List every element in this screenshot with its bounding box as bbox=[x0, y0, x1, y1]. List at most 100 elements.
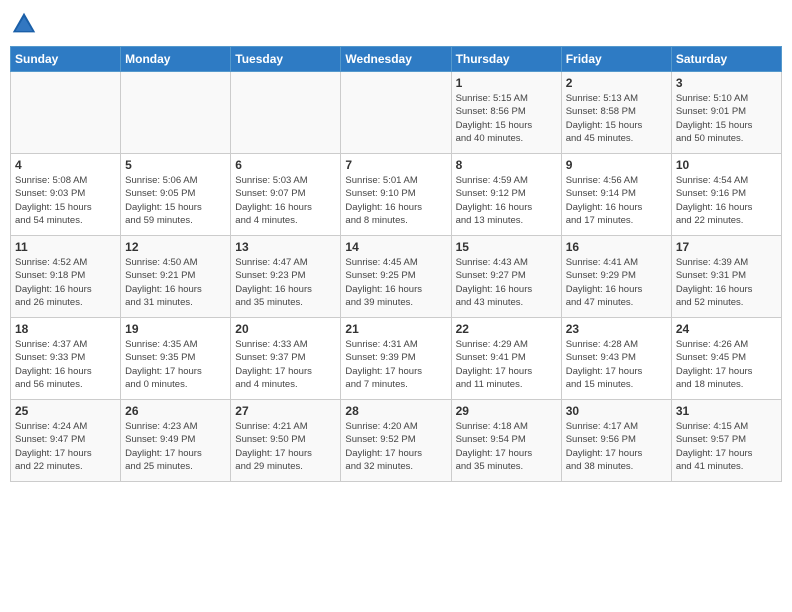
day-info: Sunrise: 4:26 AM Sunset: 9:45 PM Dayligh… bbox=[676, 338, 777, 391]
header-day-friday: Friday bbox=[561, 47, 671, 72]
calendar-cell: 10 Sunrise: 4:54 AM Sunset: 9:16 PM Dayli… bbox=[671, 154, 781, 236]
calendar-cell: 24 Sunrise: 4:26 AM Sunset: 9:45 PM Dayli… bbox=[671, 318, 781, 400]
day-number: 18 bbox=[15, 322, 116, 336]
day-info: Sunrise: 4:50 AM Sunset: 9:21 PM Dayligh… bbox=[125, 256, 226, 309]
calendar-cell: 21 Sunrise: 4:31 AM Sunset: 9:39 PM Dayli… bbox=[341, 318, 451, 400]
header-day-wednesday: Wednesday bbox=[341, 47, 451, 72]
day-number: 4 bbox=[15, 158, 116, 172]
day-number: 23 bbox=[566, 322, 667, 336]
day-info: Sunrise: 4:43 AM Sunset: 9:27 PM Dayligh… bbox=[456, 256, 557, 309]
calendar-cell: 18Sunrise: 4:37 AM Sunset: 9:33 PM Dayli… bbox=[11, 318, 121, 400]
calendar-cell: 22 Sunrise: 4:29 AM Sunset: 9:41 PM Dayli… bbox=[451, 318, 561, 400]
day-info: Sunrise: 4:15 AM Sunset: 9:57 PM Dayligh… bbox=[676, 420, 777, 473]
day-info: Sunrise: 5:03 AM Sunset: 9:07 PM Dayligh… bbox=[235, 174, 336, 227]
calendar-cell bbox=[341, 72, 451, 154]
day-number: 17 bbox=[676, 240, 777, 254]
header-day-tuesday: Tuesday bbox=[231, 47, 341, 72]
day-info: Sunrise: 4:17 AM Sunset: 9:56 PM Dayligh… bbox=[566, 420, 667, 473]
day-number: 22 bbox=[456, 322, 557, 336]
day-info: Sunrise: 4:39 AM Sunset: 9:31 PM Dayligh… bbox=[676, 256, 777, 309]
day-number: 9 bbox=[566, 158, 667, 172]
day-number: 25 bbox=[15, 404, 116, 418]
header-row: SundayMondayTuesdayWednesdayThursdayFrid… bbox=[11, 47, 782, 72]
day-info: Sunrise: 4:31 AM Sunset: 9:39 PM Dayligh… bbox=[345, 338, 446, 391]
week-row-4: 18Sunrise: 4:37 AM Sunset: 9:33 PM Dayli… bbox=[11, 318, 782, 400]
day-info: Sunrise: 4:24 AM Sunset: 9:47 PM Dayligh… bbox=[15, 420, 116, 473]
calendar-cell: 9 Sunrise: 4:56 AM Sunset: 9:14 PM Daylig… bbox=[561, 154, 671, 236]
day-info: Sunrise: 4:21 AM Sunset: 9:50 PM Dayligh… bbox=[235, 420, 336, 473]
day-number: 30 bbox=[566, 404, 667, 418]
day-info: Sunrise: 4:23 AM Sunset: 9:49 PM Dayligh… bbox=[125, 420, 226, 473]
calendar-cell: 31 Sunrise: 4:15 AM Sunset: 9:57 PM Dayli… bbox=[671, 400, 781, 482]
day-number: 29 bbox=[456, 404, 557, 418]
day-number: 21 bbox=[345, 322, 446, 336]
calendar-cell: 26 Sunrise: 4:23 AM Sunset: 9:49 PM Dayli… bbox=[121, 400, 231, 482]
calendar-cell: 30 Sunrise: 4:17 AM Sunset: 9:56 PM Dayli… bbox=[561, 400, 671, 482]
day-number: 27 bbox=[235, 404, 336, 418]
calendar-cell: 16Sunrise: 4:41 AM Sunset: 9:29 PM Dayli… bbox=[561, 236, 671, 318]
calendar-cell: 6 Sunrise: 5:03 AM Sunset: 9:07 PM Daylig… bbox=[231, 154, 341, 236]
day-number: 10 bbox=[676, 158, 777, 172]
calendar-cell: 15Sunrise: 4:43 AM Sunset: 9:27 PM Dayli… bbox=[451, 236, 561, 318]
calendar-cell: 19 Sunrise: 4:35 AM Sunset: 9:35 PM Dayli… bbox=[121, 318, 231, 400]
day-info: Sunrise: 4:56 AM Sunset: 9:14 PM Dayligh… bbox=[566, 174, 667, 227]
calendar-cell bbox=[121, 72, 231, 154]
header-day-sunday: Sunday bbox=[11, 47, 121, 72]
day-number: 2 bbox=[566, 76, 667, 90]
calendar-cell: 7Sunrise: 5:01 AM Sunset: 9:10 PM Daylig… bbox=[341, 154, 451, 236]
day-number: 19 bbox=[125, 322, 226, 336]
calendar-table: SundayMondayTuesdayWednesdayThursdayFrid… bbox=[10, 46, 782, 482]
logo-icon bbox=[10, 10, 38, 38]
day-info: Sunrise: 4:29 AM Sunset: 9:41 PM Dayligh… bbox=[456, 338, 557, 391]
day-number: 31 bbox=[676, 404, 777, 418]
calendar-cell: 20 Sunrise: 4:33 AM Sunset: 9:37 PM Dayli… bbox=[231, 318, 341, 400]
day-number: 14 bbox=[345, 240, 446, 254]
day-info: Sunrise: 4:20 AM Sunset: 9:52 PM Dayligh… bbox=[345, 420, 446, 473]
calendar-cell: 13Sunrise: 4:47 AM Sunset: 9:23 PM Dayli… bbox=[231, 236, 341, 318]
header-day-saturday: Saturday bbox=[671, 47, 781, 72]
calendar-cell: 1Sunrise: 5:15 AM Sunset: 8:56 PM Daylig… bbox=[451, 72, 561, 154]
calendar-cell bbox=[231, 72, 341, 154]
week-row-3: 11 Sunrise: 4:52 AM Sunset: 9:18 PM Dayli… bbox=[11, 236, 782, 318]
day-number: 3 bbox=[676, 76, 777, 90]
day-info: Sunrise: 4:54 AM Sunset: 9:16 PM Dayligh… bbox=[676, 174, 777, 227]
day-number: 20 bbox=[235, 322, 336, 336]
day-info: Sunrise: 4:52 AM Sunset: 9:18 PM Dayligh… bbox=[15, 256, 116, 309]
day-info: Sunrise: 4:28 AM Sunset: 9:43 PM Dayligh… bbox=[566, 338, 667, 391]
day-number: 28 bbox=[345, 404, 446, 418]
day-number: 6 bbox=[235, 158, 336, 172]
week-row-5: 25 Sunrise: 4:24 AM Sunset: 9:47 PM Dayli… bbox=[11, 400, 782, 482]
day-number: 5 bbox=[125, 158, 226, 172]
day-info: Sunrise: 4:35 AM Sunset: 9:35 PM Dayligh… bbox=[125, 338, 226, 391]
day-number: 26 bbox=[125, 404, 226, 418]
day-info: Sunrise: 5:15 AM Sunset: 8:56 PM Dayligh… bbox=[456, 92, 557, 145]
day-info: Sunrise: 5:06 AM Sunset: 9:05 PM Dayligh… bbox=[125, 174, 226, 227]
day-info: Sunrise: 5:13 AM Sunset: 8:58 PM Dayligh… bbox=[566, 92, 667, 145]
day-number: 13 bbox=[235, 240, 336, 254]
calendar-cell: 11 Sunrise: 4:52 AM Sunset: 9:18 PM Dayli… bbox=[11, 236, 121, 318]
calendar-cell: 4 Sunrise: 5:08 AM Sunset: 9:03 PM Daylig… bbox=[11, 154, 121, 236]
day-info: Sunrise: 4:59 AM Sunset: 9:12 PM Dayligh… bbox=[456, 174, 557, 227]
day-number: 11 bbox=[15, 240, 116, 254]
calendar-cell: 27 Sunrise: 4:21 AM Sunset: 9:50 PM Dayli… bbox=[231, 400, 341, 482]
day-number: 16 bbox=[566, 240, 667, 254]
day-info: Sunrise: 5:01 AM Sunset: 9:10 PM Dayligh… bbox=[345, 174, 446, 227]
calendar-cell bbox=[11, 72, 121, 154]
calendar-cell: 5 Sunrise: 5:06 AM Sunset: 9:05 PM Daylig… bbox=[121, 154, 231, 236]
logo bbox=[10, 10, 42, 38]
day-info: Sunrise: 5:08 AM Sunset: 9:03 PM Dayligh… bbox=[15, 174, 116, 227]
calendar-header: SundayMondayTuesdayWednesdayThursdayFrid… bbox=[11, 47, 782, 72]
calendar-cell: 17 Sunrise: 4:39 AM Sunset: 9:31 PM Dayli… bbox=[671, 236, 781, 318]
calendar-cell: 29 Sunrise: 4:18 AM Sunset: 9:54 PM Dayli… bbox=[451, 400, 561, 482]
day-info: Sunrise: 4:33 AM Sunset: 9:37 PM Dayligh… bbox=[235, 338, 336, 391]
day-info: Sunrise: 4:18 AM Sunset: 9:54 PM Dayligh… bbox=[456, 420, 557, 473]
day-info: Sunrise: 5:10 AM Sunset: 9:01 PM Dayligh… bbox=[676, 92, 777, 145]
calendar-cell: 28 Sunrise: 4:20 AM Sunset: 9:52 PM Dayli… bbox=[341, 400, 451, 482]
calendar-cell: 8Sunrise: 4:59 AM Sunset: 9:12 PM Daylig… bbox=[451, 154, 561, 236]
day-number: 12 bbox=[125, 240, 226, 254]
day-number: 24 bbox=[676, 322, 777, 336]
calendar-cell: 12 Sunrise: 4:50 AM Sunset: 9:21 PM Dayli… bbox=[121, 236, 231, 318]
header-day-thursday: Thursday bbox=[451, 47, 561, 72]
page-header bbox=[10, 10, 782, 38]
calendar-cell: 25 Sunrise: 4:24 AM Sunset: 9:47 PM Dayli… bbox=[11, 400, 121, 482]
